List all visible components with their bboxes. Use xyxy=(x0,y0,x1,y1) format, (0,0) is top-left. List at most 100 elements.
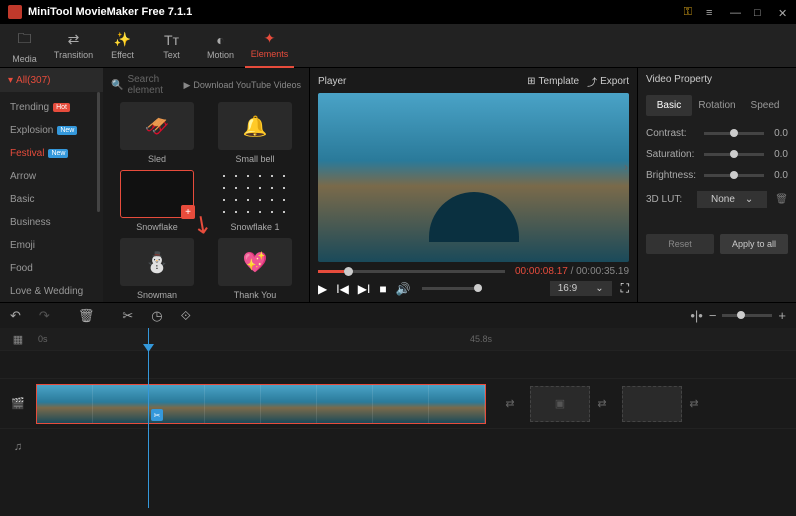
bell-icon: 🔔 xyxy=(218,102,292,150)
chevron-down-icon: ⌄ xyxy=(745,194,753,205)
elements-icon: ✦ xyxy=(264,30,276,47)
cat-trending[interactable]: TrendingHot xyxy=(0,96,103,119)
cat-emoji[interactable]: Emoji xyxy=(0,234,103,257)
export-icon: ⤴ xyxy=(587,74,597,89)
zoom-slider[interactable] xyxy=(722,314,772,317)
element-sled[interactable]: 🛷Sled xyxy=(111,102,203,164)
next-frame-button[interactable]: ▶I xyxy=(358,282,371,296)
element-snowflake[interactable]: +Snowflake xyxy=(111,170,203,232)
sled-icon: 🛷 xyxy=(120,102,194,150)
menu-icon[interactable]: ≡ xyxy=(706,7,716,17)
delete-icon[interactable]: 🗑 xyxy=(78,308,95,324)
props-tab-rotation[interactable]: Rotation xyxy=(694,95,740,116)
caret-down-icon: ▾ xyxy=(8,75,13,86)
fullscreen-button[interactable]: ⛶ xyxy=(621,281,629,296)
snowflake-1-thumb xyxy=(218,170,292,218)
cat-love-wedding[interactable]: Love & Wedding xyxy=(0,280,103,302)
lut-select[interactable]: None⌄ xyxy=(697,191,767,208)
play-button[interactable]: ▶ xyxy=(318,282,327,296)
lut-delete-icon[interactable]: 🗑 xyxy=(775,194,788,205)
category-all[interactable]: ▾All(307) xyxy=(0,68,103,92)
empty-clip-slot[interactable]: ▣ xyxy=(530,386,590,422)
transition-slot-icon[interactable]: ⇄ xyxy=(682,397,706,410)
props-title: Video Property xyxy=(646,74,788,85)
new-badge: New xyxy=(57,126,77,135)
tab-transition[interactable]: ⇄Transition xyxy=(49,24,98,68)
element-snowman[interactable]: ⛄Snowman xyxy=(111,238,203,300)
cat-arrow[interactable]: Arrow xyxy=(0,165,103,188)
tab-motion[interactable]: ◐Motion xyxy=(196,24,245,68)
split-icon[interactable]: ✂ xyxy=(122,308,133,324)
download-youtube-link[interactable]: ▶Download YouTube Videos xyxy=(183,80,301,91)
seek-slider[interactable] xyxy=(318,270,505,273)
element-snowflake-1[interactable]: Snowflake 1 xyxy=(209,170,301,232)
video-track-icon[interactable]: 🎬 xyxy=(0,397,36,410)
reset-button[interactable]: Reset xyxy=(646,234,714,254)
transition-slot-icon[interactable]: ⇄ xyxy=(590,397,614,410)
text-icon: Tᴛ xyxy=(164,32,179,48)
brightness-slider[interactable] xyxy=(704,174,764,177)
playhead[interactable] xyxy=(148,328,149,508)
search-input[interactable]: 🔍Search element xyxy=(111,74,183,96)
apply-all-button[interactable]: Apply to all xyxy=(720,234,788,254)
props-tab-basic[interactable]: Basic xyxy=(646,95,692,116)
redo-icon[interactable]: ↷ xyxy=(39,308,50,324)
effect-icon: ✨ xyxy=(114,31,131,48)
template-button[interactable]: ⊞Template xyxy=(527,74,579,89)
upgrade-key-icon[interactable]: ⚿ xyxy=(684,6,692,19)
timeline-ruler[interactable]: ▦ 0s 45.8s xyxy=(0,328,796,350)
cat-food[interactable]: Food xyxy=(0,257,103,280)
minimize-icon[interactable]: — xyxy=(730,7,740,17)
undo-icon[interactable]: ↶ xyxy=(10,308,21,324)
thank-you-icon: 💖 xyxy=(218,238,292,286)
volume-slider[interactable] xyxy=(422,287,482,290)
export-button[interactable]: ⤴Export xyxy=(587,74,629,89)
props-tab-speed[interactable]: Speed xyxy=(742,95,788,116)
fit-timeline-icon[interactable]: •|• xyxy=(690,308,702,323)
zoom-in-icon[interactable]: + xyxy=(778,308,786,323)
aspect-ratio-select[interactable]: 16:9⌄ xyxy=(550,281,612,296)
tab-elements[interactable]: ✦Elements xyxy=(245,24,294,68)
transition-icon: ⇄ xyxy=(68,31,80,48)
tab-media[interactable]: 🗀Media xyxy=(0,24,49,68)
cat-explosion[interactable]: ExplosionNew xyxy=(0,119,103,142)
audio-track-icon[interactable]: ♫ xyxy=(0,441,36,453)
sidebar-scrollbar[interactable] xyxy=(97,92,100,212)
template-icon: ⊞ xyxy=(527,76,535,87)
contrast-slider[interactable] xyxy=(704,132,764,135)
close-icon[interactable]: ✕ xyxy=(778,7,788,17)
video-clip[interactable]: ✂ xyxy=(36,384,486,424)
app-title: MiniTool MovieMaker Free 7.1.1 xyxy=(28,6,684,18)
empty-clip-slot[interactable] xyxy=(622,386,682,422)
tab-text[interactable]: TᴛText xyxy=(147,24,196,68)
cat-festival[interactable]: FestivalNew xyxy=(0,142,103,165)
zoom-out-icon[interactable]: − xyxy=(709,308,717,323)
transition-slot-icon[interactable]: ⇄ xyxy=(498,397,522,410)
brightness-value: 0.0 xyxy=(770,170,788,181)
saturation-label: Saturation: xyxy=(646,149,698,160)
youtube-icon: ▶ xyxy=(183,80,190,91)
saturation-slider[interactable] xyxy=(704,153,764,156)
video-preview[interactable] xyxy=(318,93,629,262)
crop-icon[interactable]: ⟐ xyxy=(181,308,191,324)
motion-icon: ◐ xyxy=(216,32,224,48)
cat-basic[interactable]: Basic xyxy=(0,188,103,211)
volume-button[interactable]: 🔊 xyxy=(396,282,411,296)
brightness-label: Brightness: xyxy=(646,170,698,181)
layers-icon[interactable]: ▦ xyxy=(0,333,36,346)
prev-frame-button[interactable]: I◀ xyxy=(336,282,349,296)
expand-panel-icon[interactable]: › xyxy=(624,160,628,174)
search-icon: 🔍 xyxy=(111,80,123,91)
maximize-icon[interactable]: □ xyxy=(754,7,764,17)
element-small-bell[interactable]: 🔔Small bell xyxy=(209,102,301,164)
speed-icon[interactable]: ◷ xyxy=(151,308,162,324)
clip-fx-badge: ✂ xyxy=(151,409,163,421)
tab-effect[interactable]: ✨Effect xyxy=(98,24,147,68)
element-thank-you[interactable]: 💖Thank You xyxy=(209,238,301,300)
stop-button[interactable]: ■ xyxy=(379,282,386,296)
media-icon: 🗀 xyxy=(18,28,32,52)
lut-label: 3D LUT: xyxy=(646,194,697,205)
add-icon[interactable]: + xyxy=(181,205,195,219)
contrast-value: 0.0 xyxy=(770,128,788,139)
cat-business[interactable]: Business xyxy=(0,211,103,234)
